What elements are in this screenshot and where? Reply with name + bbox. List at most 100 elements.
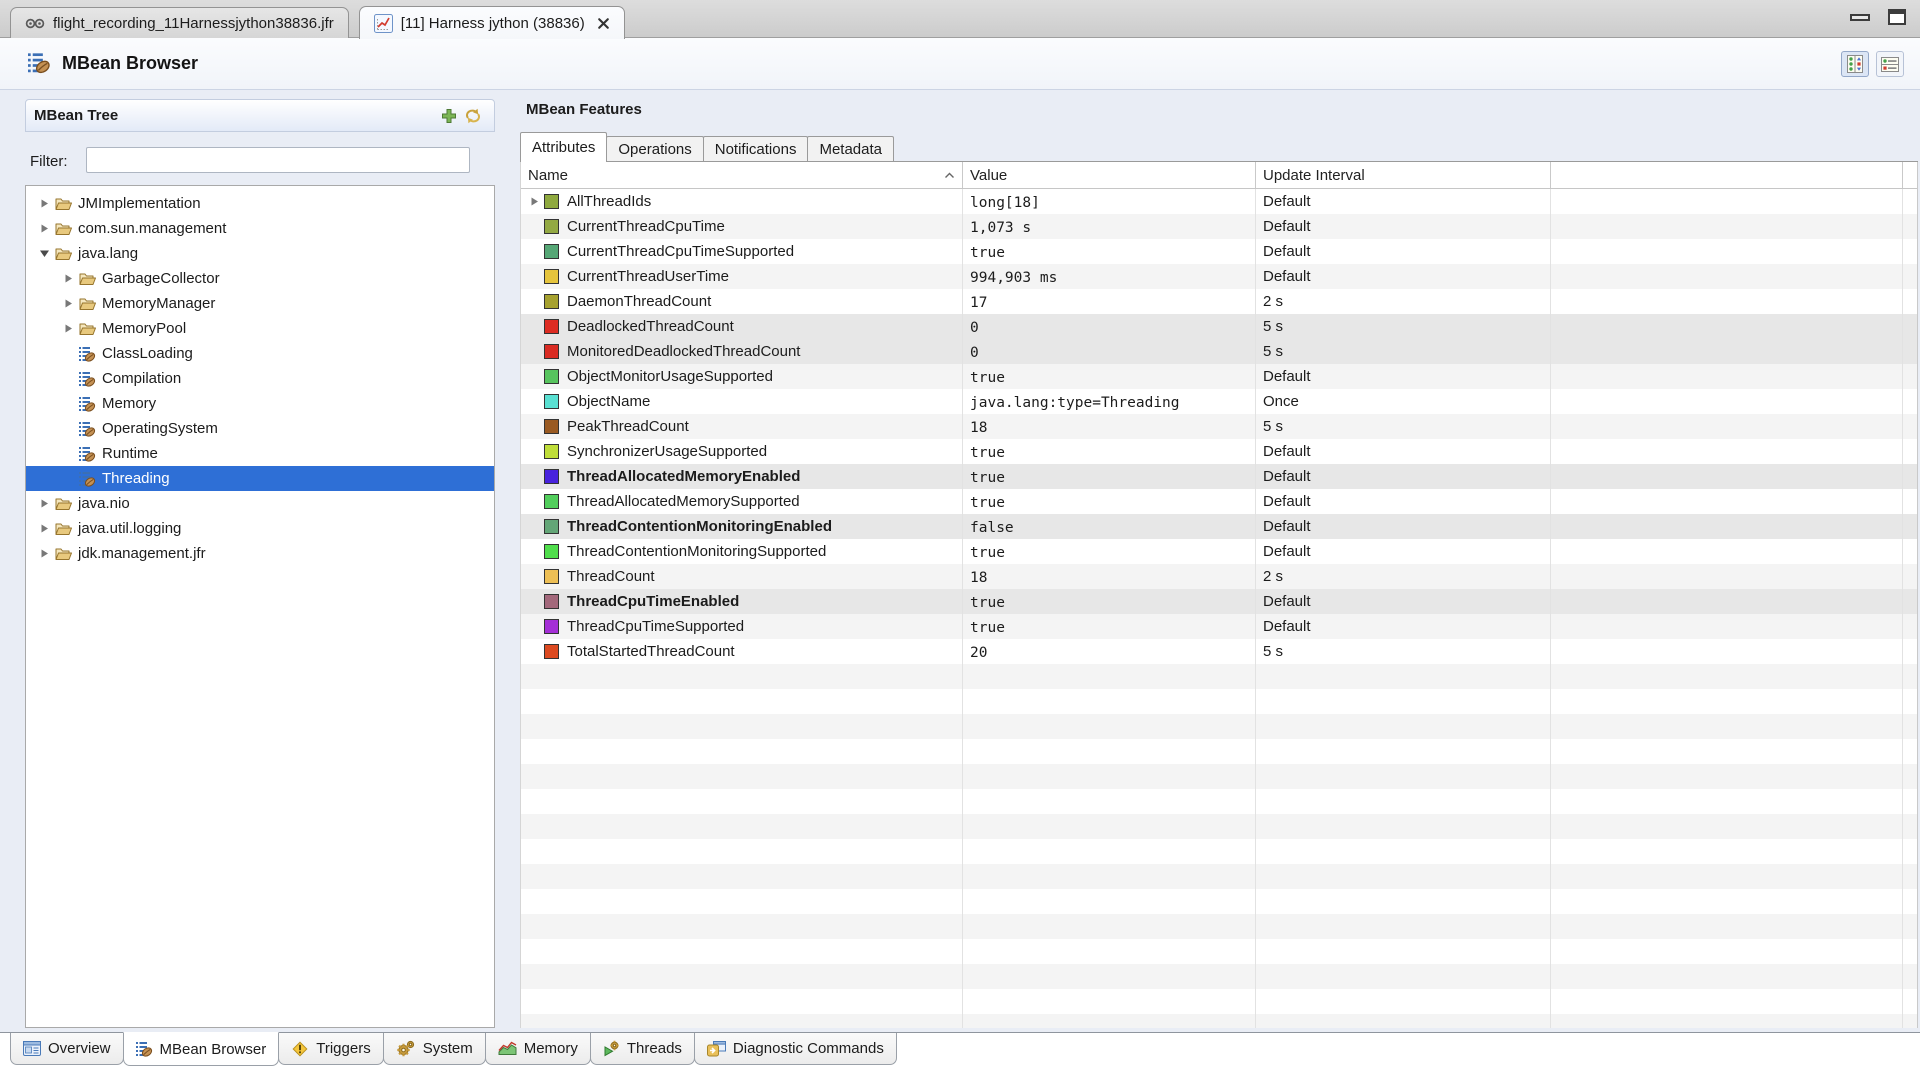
attribute-name-cell: DaemonThreadCount (521, 289, 963, 314)
expand-arrow-icon[interactable] (526, 196, 543, 207)
tree-item-java-nio[interactable]: java.nio (26, 491, 494, 516)
bottom-tab-memory[interactable]: Memory (485, 1033, 591, 1065)
column-header-update-interval[interactable]: Update Interval (1256, 162, 1551, 188)
expand-arrow-icon[interactable] (36, 498, 53, 509)
column-header-value[interactable]: Value (963, 162, 1256, 188)
vertical-layout-icon (1846, 55, 1864, 73)
window-tab-flight-recording-11harnessjyth[interactable]: flight_recording_11Harnessjython38836.jf… (10, 7, 349, 38)
tab-metadata[interactable]: Metadata (807, 136, 894, 161)
expand-arrow-icon[interactable] (60, 323, 77, 334)
table-header: Name Value Update Interval (521, 162, 1917, 189)
folder-icon (53, 247, 73, 261)
tree-item-memorymanager[interactable]: MemoryManager (26, 291, 494, 316)
tree-item-memorypool[interactable]: MemoryPool (26, 316, 494, 341)
attribute-update-interval: Default (1256, 214, 1551, 239)
window-tab-11-harness-jython-38836[interactable]: [11] Harness jython (38836) (359, 6, 625, 39)
table-row[interactable]: AllThreadIdslong[18]Default (521, 189, 1917, 214)
empty-cell (963, 839, 1256, 864)
tree-item-threading[interactable]: Threading (26, 466, 494, 491)
tree-item-jdk-management-jfr[interactable]: jdk.management.jfr (26, 541, 494, 566)
table-row[interactable]: SynchronizerUsageSupportedtrueDefault (521, 439, 1917, 464)
bottom-tab-threads[interactable]: Threads (590, 1033, 695, 1065)
tree-item-classloading[interactable]: ClassLoading (26, 341, 494, 366)
table-row[interactable]: CurrentThreadCpuTimeSupportedtrueDefault (521, 239, 1917, 264)
filter-input[interactable] (86, 147, 470, 173)
empty-cell (1551, 989, 1903, 1014)
attribute-name: ThreadCpuTimeSupported (567, 618, 744, 635)
add-icon (441, 108, 457, 124)
expand-arrow-icon[interactable] (60, 273, 77, 284)
table-row[interactable]: ThreadCpuTimeEnabledtrueDefault (521, 589, 1917, 614)
tab-operations[interactable]: Operations (606, 136, 703, 161)
expand-arrow-icon[interactable] (36, 548, 53, 559)
tree-item-com-sun-management[interactable]: com.sun.management (26, 216, 494, 241)
expand-arrow-icon[interactable] (60, 298, 77, 309)
minimize-button[interactable] (1850, 14, 1870, 21)
folder-icon (77, 322, 97, 336)
table-row[interactable]: ThreadContentionMonitoringSupportedtrueD… (521, 539, 1917, 564)
table-row[interactable]: MonitoredDeadlockedThreadCount05 s (521, 339, 1917, 364)
scrollbar-track (1903, 889, 1917, 914)
tab-label: Metadata (819, 141, 882, 158)
empty-cell (1551, 639, 1903, 664)
attribute-update-interval: 5 s (1256, 414, 1551, 439)
tree-item-operatingsystem[interactable]: OperatingSystem (26, 416, 494, 441)
expand-arrow-icon[interactable] (36, 223, 53, 234)
tree-item-compilation[interactable]: Compilation (26, 366, 494, 391)
tree-item-java-lang[interactable]: java.lang (26, 241, 494, 266)
empty-cell (521, 914, 963, 939)
attribute-update-interval: 2 s (1256, 564, 1551, 589)
bottom-tab-diagnostic-commands[interactable]: Diagnostic Commands (694, 1033, 897, 1065)
table-row[interactable]: ThreadCpuTimeSupportedtrueDefault (521, 614, 1917, 639)
table-row[interactable]: PeakThreadCount185 s (521, 414, 1917, 439)
bottom-tab-label: MBean Browser (160, 1041, 267, 1058)
vertical-layout-button[interactable] (1841, 51, 1869, 77)
bottom-tab-overview[interactable]: Overview (10, 1033, 124, 1065)
tab-attributes[interactable]: Attributes (520, 132, 607, 162)
table-empty-row (521, 739, 1917, 764)
table-row[interactable]: ThreadContentionMonitoringEnabledfalseDe… (521, 514, 1917, 539)
add-mbean-button[interactable] (438, 106, 460, 126)
attribute-name-cell: ThreadAllocatedMemoryEnabled (521, 464, 963, 489)
table-empty-row (521, 939, 1917, 964)
tree-item-java-util-logging[interactable]: java.util.logging (26, 516, 494, 541)
attribute-color-swatch (544, 569, 559, 584)
tree-item-memory[interactable]: Memory (26, 391, 494, 416)
empty-cell (521, 964, 963, 989)
scrollbar-track (1903, 739, 1917, 764)
refresh-button[interactable] (460, 106, 486, 126)
table-row[interactable]: ObjectNamejava.lang:type=ThreadingOnce (521, 389, 1917, 414)
console-icon (707, 1041, 726, 1057)
bottom-tab-mbean-browser[interactable]: MBean Browser (123, 1032, 280, 1066)
column-header-name[interactable]: Name (521, 162, 963, 188)
mbean-tree-title: MBean Tree (34, 107, 118, 124)
table-row[interactable]: CurrentThreadUserTime994,903 msDefault (521, 264, 1917, 289)
tab-notifications[interactable]: Notifications (703, 136, 809, 161)
tree-item-garbagecollector[interactable]: GarbageCollector (26, 266, 494, 291)
table-row[interactable]: DaemonThreadCount172 s (521, 289, 1917, 314)
table-row[interactable]: ObjectMonitorUsageSupportedtrueDefault (521, 364, 1917, 389)
table-row[interactable]: ThreadAllocatedMemorySupportedtrueDefaul… (521, 489, 1917, 514)
expand-arrow-icon[interactable] (36, 198, 53, 209)
table-row[interactable]: TotalStartedThreadCount205 s (521, 639, 1917, 664)
table-row[interactable]: ThreadCount182 s (521, 564, 1917, 589)
maximize-button[interactable] (1888, 9, 1906, 25)
table-row[interactable]: DeadlockedThreadCount05 s (521, 314, 1917, 339)
empty-cell (1551, 364, 1903, 389)
bottom-tab-system[interactable]: System (383, 1033, 486, 1065)
tree-item-jmimplementation[interactable]: JMImplementation (26, 191, 494, 216)
attribute-update-interval: Default (1256, 539, 1551, 564)
table-row[interactable]: ThreadAllocatedMemoryEnabledtrueDefault (521, 464, 1917, 489)
close-icon[interactable] (597, 17, 610, 30)
expand-arrow-icon[interactable] (36, 523, 53, 534)
horizontal-layout-button[interactable] (1876, 51, 1904, 77)
tree-item-runtime[interactable]: Runtime (26, 441, 494, 466)
expand-arrow-icon[interactable] (36, 249, 53, 258)
attribute-value: true (963, 439, 1256, 464)
filter-row: Filter: (25, 146, 495, 176)
attribute-value: true (963, 614, 1256, 639)
empty-cell (1256, 864, 1551, 889)
attribute-name: CurrentThreadCpuTime (567, 218, 725, 235)
table-row[interactable]: CurrentThreadCpuTime1,073 sDefault (521, 214, 1917, 239)
bottom-tab-triggers[interactable]: Triggers (278, 1033, 383, 1065)
